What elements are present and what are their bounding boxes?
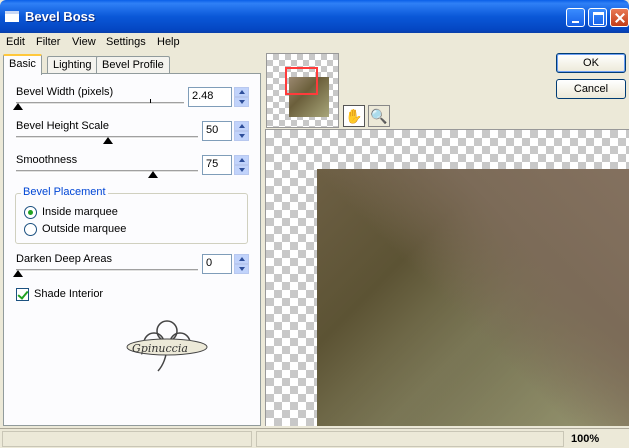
status-bar: 100% xyxy=(0,428,629,448)
menu-edit[interactable]: Edit xyxy=(6,36,25,48)
darken-deep-thumb[interactable] xyxy=(13,270,23,277)
bevel-width-slider[interactable] xyxy=(16,102,184,105)
bevel-height-thumb[interactable] xyxy=(103,137,113,144)
smoothness-thumb[interactable] xyxy=(148,171,158,178)
ok-button[interactable]: OK xyxy=(556,53,626,73)
close-button[interactable] xyxy=(610,8,629,27)
bevel-placement-title: Bevel Placement xyxy=(21,186,108,198)
spin-down-icon[interactable] xyxy=(234,131,249,141)
logo-text: Gpinuccia xyxy=(132,342,188,355)
smoothness-label: Smoothness xyxy=(16,154,78,166)
outside-marquee-label[interactable]: Outside marquee xyxy=(42,223,126,235)
preview-image xyxy=(317,169,629,426)
darken-deep-label: Darken Deep Areas xyxy=(16,253,112,265)
darken-deep-input[interactable]: 0 xyxy=(202,254,232,274)
basic-panel: Bevel Width (pixels) 2.48 Bevel Height S… xyxy=(3,73,261,426)
smoothness-slider[interactable] xyxy=(16,170,198,173)
bevel-width-input[interactable]: 2.48 xyxy=(188,87,232,107)
menu-filter[interactable]: Filter xyxy=(36,36,60,48)
bevel-height-spinner[interactable] xyxy=(234,121,249,141)
darken-deep-slider[interactable] xyxy=(16,269,198,272)
cancel-button[interactable]: Cancel xyxy=(556,79,626,99)
inside-marquee-radio[interactable] xyxy=(24,206,37,219)
app-icon xyxy=(5,11,19,22)
maximize-button[interactable] xyxy=(588,8,607,27)
hand-icon[interactable]: ✋ xyxy=(343,105,365,127)
bevel-width-tick xyxy=(150,99,151,103)
tab-bevel-profile[interactable]: Bevel Profile xyxy=(96,56,170,74)
window-title: Bevel Boss xyxy=(25,9,96,24)
spin-down-icon[interactable] xyxy=(234,165,249,175)
bevel-width-label: Bevel Width (pixels) xyxy=(16,86,114,98)
shade-interior-label[interactable]: Shade Interior xyxy=(34,288,103,300)
inside-marquee-label[interactable]: Inside marquee xyxy=(42,206,118,218)
navigator-preview[interactable] xyxy=(266,53,339,128)
menu-help[interactable]: Help xyxy=(157,36,180,48)
main-preview[interactable] xyxy=(265,129,629,426)
bevel-width-thumb[interactable] xyxy=(13,103,23,110)
status-cell-1 xyxy=(2,431,252,447)
spin-down-icon[interactable] xyxy=(234,97,249,107)
tab-lighting[interactable]: Lighting xyxy=(47,56,98,74)
bevel-height-label: Bevel Height Scale xyxy=(16,120,109,132)
darken-deep-spinner[interactable] xyxy=(234,254,249,274)
spin-up-icon[interactable] xyxy=(234,121,249,131)
smoothness-spinner[interactable] xyxy=(234,155,249,175)
magnifier-icon[interactable]: 🔍 xyxy=(368,105,390,127)
menu-view[interactable]: View xyxy=(72,36,96,48)
bevel-height-input[interactable]: 50 xyxy=(202,121,232,141)
minimize-button[interactable] xyxy=(566,8,585,27)
shade-interior-checkbox[interactable] xyxy=(16,288,29,301)
spin-up-icon[interactable] xyxy=(234,254,249,264)
spin-up-icon[interactable] xyxy=(234,155,249,165)
menu-settings[interactable]: Settings xyxy=(106,36,146,48)
spin-down-icon[interactable] xyxy=(234,264,249,274)
menu-bar: Edit Filter View Settings Help xyxy=(0,33,629,51)
spin-up-icon[interactable] xyxy=(234,87,249,97)
smoothness-input[interactable]: 75 xyxy=(202,155,232,175)
status-cell-2 xyxy=(256,431,564,447)
view-rectangle[interactable] xyxy=(285,67,318,95)
tab-basic[interactable]: Basic xyxy=(3,54,42,75)
bevel-placement-group: Bevel Placement Inside marquee Outside m… xyxy=(15,186,248,244)
zoom-level: 100% xyxy=(571,433,600,445)
title-bar[interactable]: Bevel Boss xyxy=(0,0,629,33)
outside-marquee-radio[interactable] xyxy=(24,223,37,236)
bevel-width-spinner[interactable] xyxy=(234,87,249,107)
